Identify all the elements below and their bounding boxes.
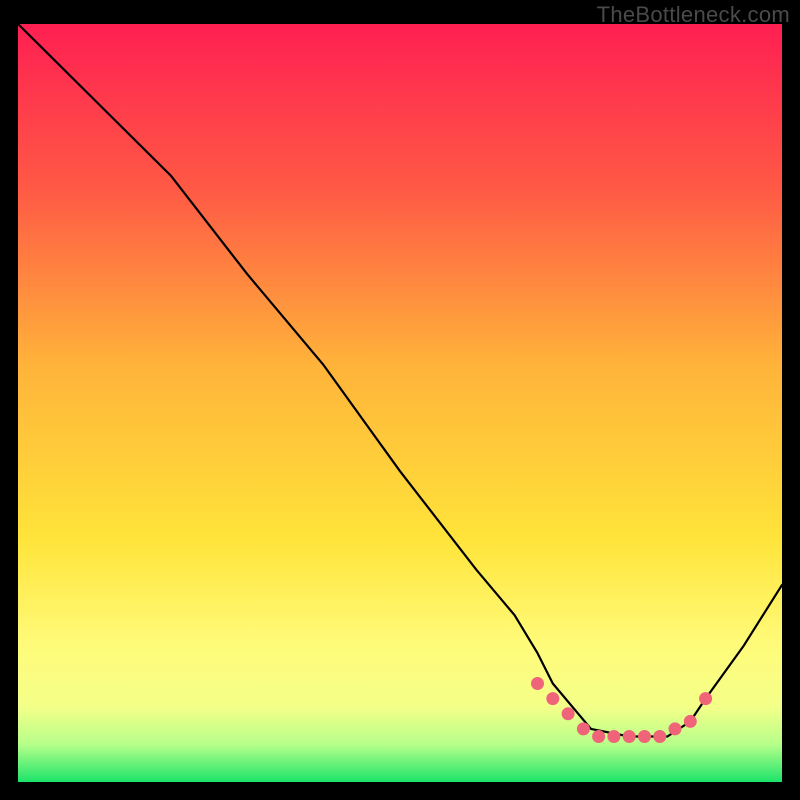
marker-dot <box>623 730 636 743</box>
marker-dot <box>699 692 712 705</box>
marker-dot <box>638 730 651 743</box>
marker-dot <box>562 707 575 720</box>
marker-dot <box>592 730 605 743</box>
marker-dot <box>577 722 590 735</box>
plot-area <box>18 24 782 782</box>
marker-dot <box>653 730 666 743</box>
chart-svg <box>18 24 782 782</box>
watermark-text: TheBottleneck.com <box>597 2 790 28</box>
marker-dot <box>669 722 682 735</box>
chart-frame: TheBottleneck.com <box>0 0 800 800</box>
marker-dot <box>531 677 544 690</box>
marker-dot <box>684 715 697 728</box>
marker-dot <box>546 692 559 705</box>
marker-dot <box>607 730 620 743</box>
